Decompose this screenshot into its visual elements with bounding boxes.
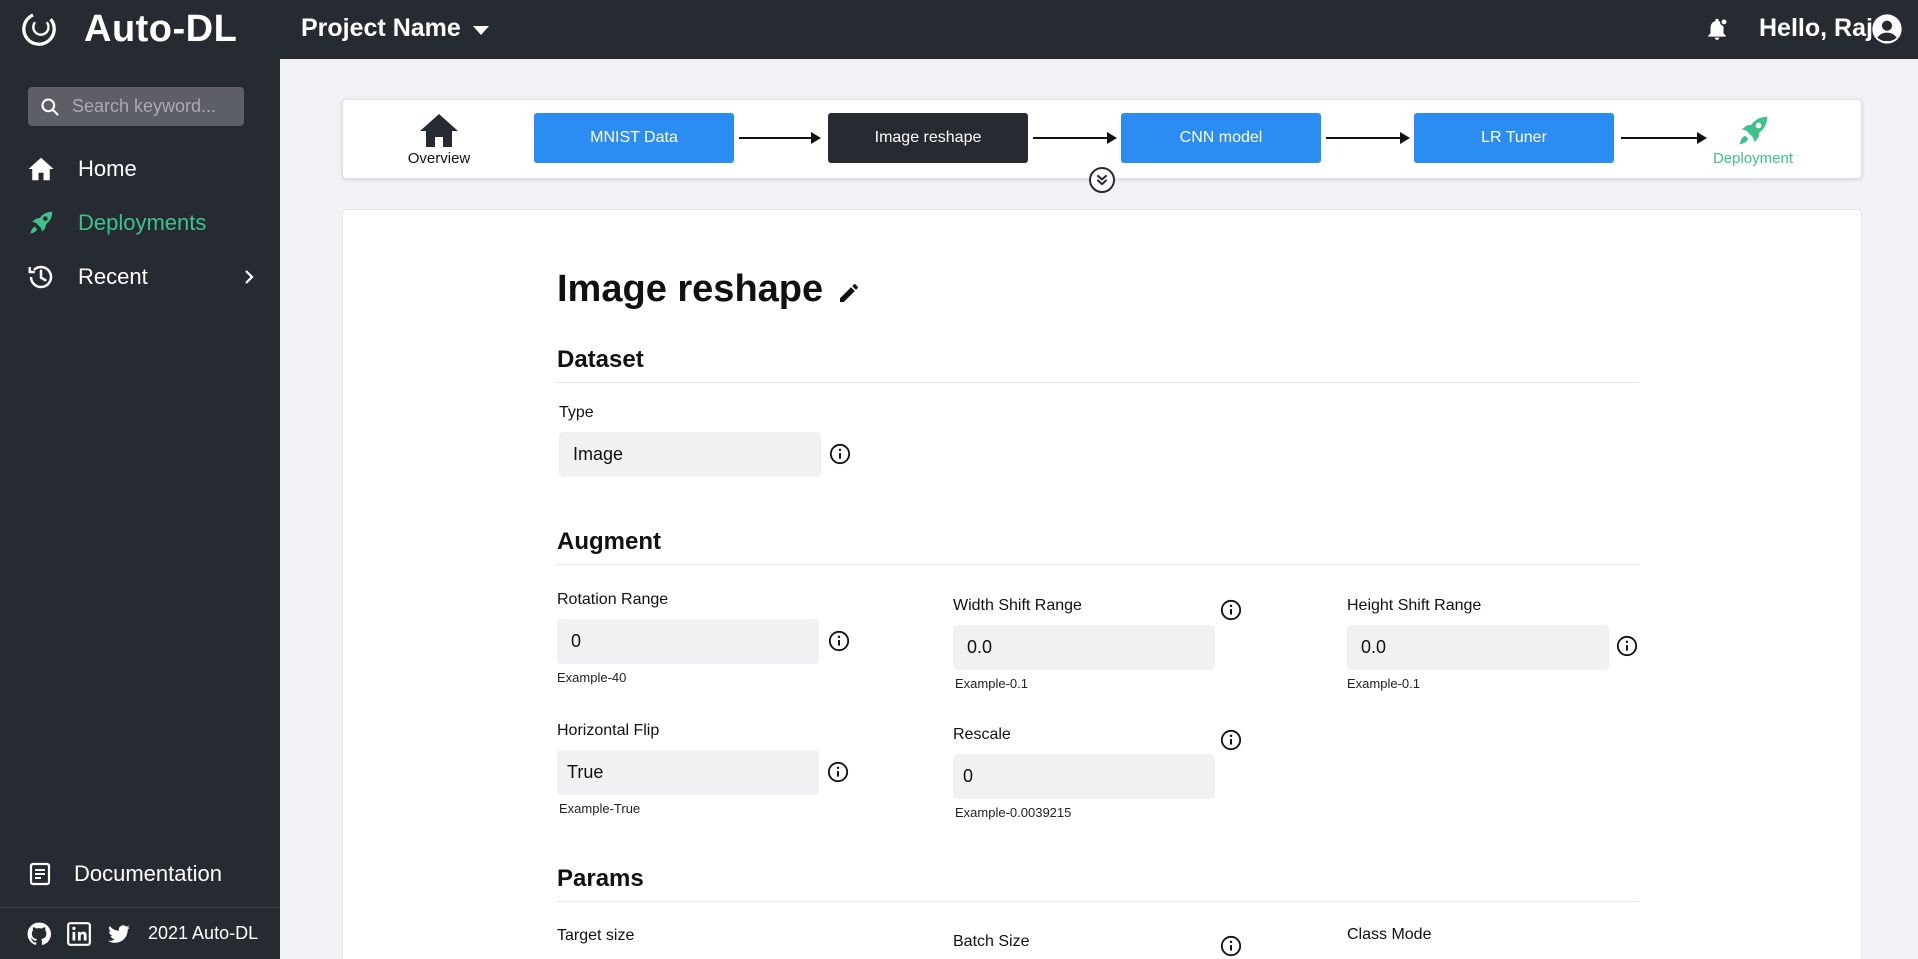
section-dataset: Dataset xyxy=(557,346,644,373)
page-title: Image reshape xyxy=(557,268,861,311)
pipeline-overview[interactable]: Overview xyxy=(399,112,479,167)
batch-size-label: Batch Size xyxy=(953,933,1030,950)
horizontal-flip-input[interactable] xyxy=(557,750,819,795)
rescale-label: Rescale xyxy=(953,726,1011,743)
info-icon[interactable] xyxy=(829,443,851,465)
document-icon xyxy=(29,862,51,886)
divider xyxy=(557,901,1639,902)
height-shift-range-hint: Example-0.1 xyxy=(1347,676,1420,691)
github-icon[interactable] xyxy=(26,921,52,947)
expand-pipeline-button[interactable] xyxy=(1089,167,1115,193)
info-icon[interactable] xyxy=(827,761,849,783)
section-params: Params xyxy=(557,865,644,892)
pipeline-step-image-reshape[interactable]: Image reshape xyxy=(828,113,1028,163)
double-chevron-down-icon xyxy=(1096,174,1108,186)
info-icon[interactable] xyxy=(828,630,850,652)
search-input[interactable] xyxy=(72,96,232,117)
width-shift-range-label: Width Shift Range xyxy=(953,597,1082,614)
rescale-input[interactable] xyxy=(953,754,1215,799)
section-augment: Augment xyxy=(557,528,661,555)
pencil-icon[interactable] xyxy=(837,281,861,305)
divider xyxy=(557,564,1639,565)
linkedin-icon[interactable] xyxy=(66,921,92,947)
sidebar-item-label: Deployments xyxy=(78,210,207,235)
rotation-range-label: Rotation Range xyxy=(557,591,669,608)
pipeline-arrow xyxy=(1621,132,1707,144)
pipeline-step-cnn-model[interactable]: CNN model xyxy=(1121,113,1321,163)
width-shift-range-hint: Example-0.1 xyxy=(955,676,1028,691)
history-icon xyxy=(28,265,53,289)
node-config-card: Image reshape Dataset Type Augment Rotat… xyxy=(342,209,1862,959)
project-name: Project Name xyxy=(301,14,461,42)
pipeline-deployment[interactable]: Deployment xyxy=(1703,112,1803,167)
account-icon[interactable] xyxy=(1871,13,1903,45)
class-mode-label: Class Mode xyxy=(1347,926,1432,943)
horizontal-flip-label: Horizontal Flip xyxy=(557,722,660,739)
info-icon[interactable] xyxy=(1220,729,1242,751)
copyright-text: 2021 Auto-DL xyxy=(148,923,259,943)
info-icon[interactable] xyxy=(1220,599,1242,621)
pipeline-arrow xyxy=(1033,132,1117,144)
width-shift-range-input[interactable] xyxy=(953,625,1215,670)
sidebar-item-label: Home xyxy=(78,156,137,181)
rocket-icon xyxy=(30,211,53,234)
rescale-hint: Example-0.0039215 xyxy=(955,805,1072,820)
sidebar-item-deployments[interactable]: Deployments xyxy=(26,208,206,238)
home-icon xyxy=(420,114,458,147)
overview-label: Overview xyxy=(407,150,471,167)
rotation-range-input[interactable] xyxy=(557,619,819,664)
bell-icon[interactable] xyxy=(1704,16,1730,42)
home-icon xyxy=(28,157,54,181)
sidebar: Home Deployments Recent Documentation xyxy=(0,59,280,959)
search-icon xyxy=(41,97,59,116)
twitter-icon[interactable] xyxy=(106,921,132,947)
rocket-icon xyxy=(1739,116,1768,145)
divider xyxy=(557,382,1639,383)
deployment-label: Deployment xyxy=(1712,150,1794,167)
info-icon[interactable] xyxy=(1220,935,1242,957)
type-label: Type xyxy=(559,404,594,421)
rotation-range-hint: Example-40 xyxy=(557,670,627,685)
height-shift-range-input[interactable] xyxy=(1347,625,1609,670)
node-title: Image reshape xyxy=(557,268,824,310)
info-icon[interactable] xyxy=(1616,635,1638,657)
user-greeting[interactable]: Hello, Raj xyxy=(1759,14,1873,43)
horizontal-flip-hint: Example-True xyxy=(559,801,641,816)
documentation-label: Documentation xyxy=(74,861,222,886)
sidebar-item-recent[interactable]: Recent xyxy=(26,262,258,292)
sidebar-item-label: Recent xyxy=(78,264,148,289)
sidebar-item-home[interactable]: Home xyxy=(26,154,137,184)
search-box[interactable] xyxy=(28,87,244,126)
app-title[interactable]: Auto-DL xyxy=(84,8,237,51)
pipeline-step-mnist-data[interactable]: MNIST Data xyxy=(534,113,734,163)
pipeline-step-lr-tuner[interactable]: LR Tuner xyxy=(1414,113,1614,163)
height-shift-range-label: Height Shift Range xyxy=(1347,597,1482,614)
top-bar: Auto-DL Project Name Hello, Raj xyxy=(0,0,1918,59)
pipeline-arrow xyxy=(739,132,821,144)
logo-icon[interactable] xyxy=(20,10,58,48)
caret-down-icon xyxy=(472,25,489,35)
project-selector[interactable]: Project Name xyxy=(301,14,489,43)
chevron-right-icon xyxy=(245,270,254,284)
pipeline-arrow xyxy=(1326,132,1410,144)
documentation-link[interactable]: Documentation xyxy=(28,861,222,887)
sidebar-footer: 2021 Auto-DL xyxy=(0,907,280,959)
target-size-label: Target size xyxy=(557,927,635,944)
type-field[interactable] xyxy=(559,432,821,477)
